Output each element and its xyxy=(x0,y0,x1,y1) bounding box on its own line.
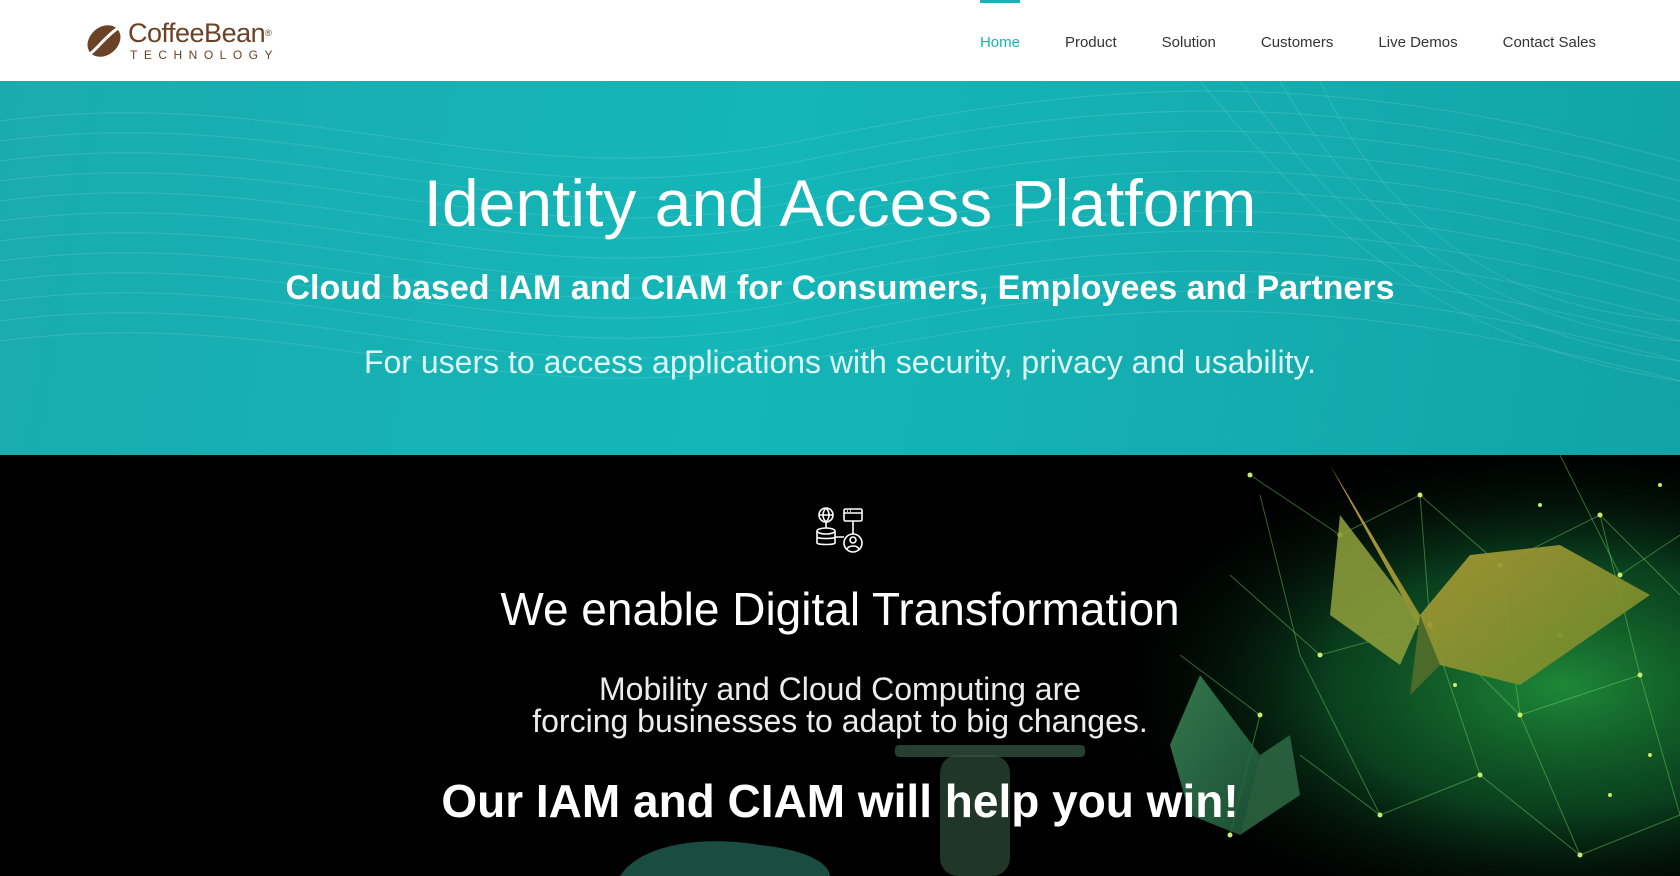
section-description-line-1: Mobility and Cloud Computing are xyxy=(598,671,1082,707)
nav-solution[interactable]: Solution xyxy=(1162,0,1216,81)
nav-product[interactable]: Product xyxy=(1065,0,1117,81)
registered-mark: ® xyxy=(265,28,272,38)
nav-home[interactable]: Home xyxy=(979,0,1020,81)
coffee-bean-icon xyxy=(87,25,121,57)
logo-tagline: TECHNOLOGY xyxy=(130,48,280,62)
hero-banner: Identity and Access Platform Cloud based… xyxy=(0,81,1680,455)
coffeebean-logo[interactable]: CoffeeBean® TECHNOLOGY xyxy=(84,18,284,62)
hero-subtitle: Cloud based IAM and CIAM for Consumers, … xyxy=(285,269,1395,307)
section-description-line-2: forcing businesses to adapt to big chang… xyxy=(532,703,1148,739)
nav-customers[interactable]: Customers xyxy=(1261,0,1334,81)
nav-live-demos[interactable]: Live Demos xyxy=(1378,0,1457,81)
site-header: CoffeeBean® TECHNOLOGY Home Product Solu… xyxy=(0,0,1680,81)
hero-description: For users to access applications with se… xyxy=(363,344,1317,380)
main-nav: Home Product Solution Customers Live Dem… xyxy=(979,0,1596,81)
section-title: We enable Digital Transformation xyxy=(500,583,1180,635)
hero-title: Identity and Access Platform xyxy=(423,166,1257,240)
nav-contact-sales[interactable]: Contact Sales xyxy=(1503,0,1596,81)
digital-transformation-section: We enable Digital Transformation Mobilit… xyxy=(0,455,1680,876)
network-database-icon xyxy=(816,507,863,553)
logo-name: CoffeeBean xyxy=(128,18,266,48)
section-description: Mobility and Cloud Computing are forcing… xyxy=(0,673,1680,737)
section-cta-heading: Our IAM and CIAM will help you win! xyxy=(441,775,1239,827)
